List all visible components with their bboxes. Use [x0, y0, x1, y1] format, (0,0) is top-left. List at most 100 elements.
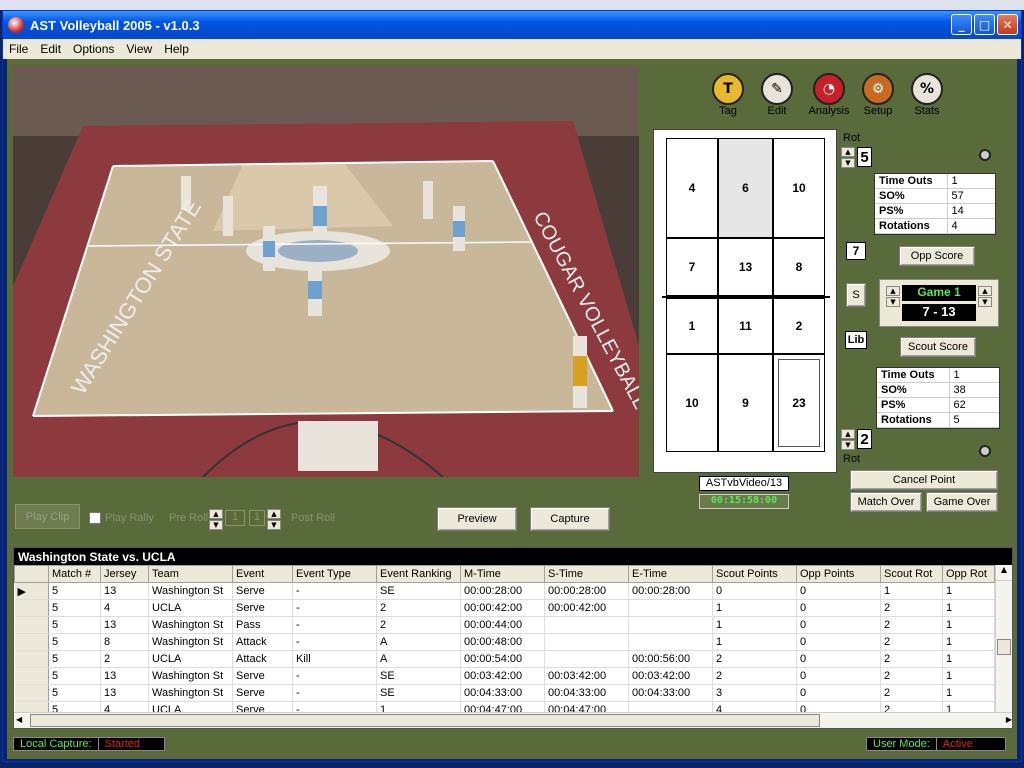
- row-selector[interactable]: [14, 616, 49, 634]
- post-roll-value[interactable]: 1: [249, 510, 265, 526]
- table-cell[interactable]: 1: [942, 599, 995, 617]
- table-cell[interactable]: -: [292, 599, 377, 617]
- minimize-button[interactable]: _: [951, 14, 972, 35]
- table-cell[interactable]: 0: [796, 633, 881, 651]
- col-header[interactable]: Team: [148, 565, 233, 583]
- table-cell[interactable]: 2: [376, 599, 461, 617]
- table-cell[interactable]: 00:04:33:00: [544, 684, 629, 702]
- row-selector[interactable]: [14, 633, 49, 651]
- table-cell[interactable]: -: [292, 582, 377, 600]
- table-cell[interactable]: 5: [48, 582, 101, 600]
- table-cell[interactable]: Washington St: [148, 582, 233, 600]
- scroll-left-icon[interactable]: ◀: [16, 715, 22, 724]
- table-cell[interactable]: Serve: [232, 599, 293, 617]
- table-cell[interactable]: -: [292, 616, 377, 634]
- table-cell[interactable]: [544, 616, 629, 634]
- table-cell[interactable]: 0: [796, 616, 881, 634]
- libero-button[interactable]: Lib: [845, 331, 867, 349]
- play-rally-checkbox[interactable]: [89, 512, 101, 524]
- table-cell[interactable]: 2: [712, 650, 797, 668]
- col-header[interactable]: M-Time: [460, 565, 545, 583]
- table-cell[interactable]: [628, 633, 713, 651]
- col-header[interactable]: Event Type: [292, 565, 377, 583]
- table-cell[interactable]: [628, 599, 713, 617]
- table-cell[interactable]: 1: [942, 667, 995, 685]
- table-row[interactable]: 5 8 Washington St Attack - A 00:00:48:00 1 0 2 1: [14, 633, 995, 651]
- cancel-point-button[interactable]: Cancel Point: [850, 470, 998, 490]
- scroll-up-icon[interactable]: ▲: [996, 565, 1012, 581]
- table-row[interactable]: 5 13 Washington St Serve - SE 00:03:42:00 00:03…: [14, 667, 995, 685]
- opp-rot-spinner[interactable]: ▲ ▼: [841, 147, 855, 168]
- court-cell-scout-23[interactable]: 23: [773, 354, 825, 452]
- col-header[interactable]: S-Time: [544, 565, 629, 583]
- menu-file[interactable]: File: [3, 42, 34, 56]
- post-roll-spinner[interactable]: ▲ ▼: [267, 509, 281, 530]
- table-cell[interactable]: 4: [100, 599, 149, 617]
- table-cell[interactable]: 0: [712, 582, 797, 600]
- table-cell[interactable]: 00:03:42:00: [628, 667, 713, 685]
- tool-stats[interactable]: % Stats: [907, 73, 947, 121]
- table-cell[interactable]: 5: [48, 616, 101, 634]
- table-cell[interactable]: 00:00:42:00: [544, 599, 629, 617]
- row-selector[interactable]: [14, 684, 49, 702]
- grid-vertical-scrollbar[interactable]: ▲: [995, 565, 1012, 713]
- table-cell[interactable]: 00:03:42:00: [460, 667, 545, 685]
- court-cell-scout-11[interactable]: 11: [718, 298, 773, 354]
- scroll-right-icon[interactable]: ▶: [1006, 715, 1012, 724]
- table-cell[interactable]: 5: [48, 684, 101, 702]
- opp-score-spinner[interactable]: ▲ ▼: [886, 286, 900, 307]
- table-cell[interactable]: 5: [48, 633, 101, 651]
- table-cell[interactable]: 0: [796, 599, 881, 617]
- tool-edit[interactable]: ✎ Edit: [757, 73, 797, 121]
- table-cell[interactable]: Washington St: [148, 667, 233, 685]
- table-cell[interactable]: Serve: [232, 582, 293, 600]
- table-cell[interactable]: 2: [880, 667, 943, 685]
- table-cell[interactable]: 00:04:33:00: [628, 684, 713, 702]
- match-over-button[interactable]: Match Over: [850, 492, 922, 512]
- table-cell[interactable]: A: [376, 633, 461, 651]
- court-cell-opp-4[interactable]: 4: [666, 138, 718, 238]
- table-cell[interactable]: Washington St: [148, 633, 233, 651]
- table-cell[interactable]: 0: [796, 684, 881, 702]
- table-cell[interactable]: 00:00:28:00: [460, 582, 545, 600]
- table-row[interactable]: 5 2 UCLA Attack Kill A 00:00:54:00 00:00:56:00 2…: [14, 650, 995, 668]
- side-number-7[interactable]: 7: [846, 242, 866, 260]
- table-cell[interactable]: 2: [880, 599, 943, 617]
- grid-vscroll-thumb[interactable]: [997, 639, 1011, 655]
- table-cell[interactable]: 13: [100, 616, 149, 634]
- opp-score-button[interactable]: Opp Score: [899, 246, 975, 266]
- table-cell[interactable]: Attack: [232, 650, 293, 668]
- table-row[interactable]: 5 13 Washington St Serve - SE 00:04:33:00 00:04…: [14, 684, 995, 702]
- table-cell[interactable]: 1: [712, 633, 797, 651]
- table-cell[interactable]: 13: [100, 667, 149, 685]
- table-cell[interactable]: 00:00:54:00: [460, 650, 545, 668]
- maximize-button[interactable]: □: [974, 14, 995, 35]
- table-cell[interactable]: 8: [100, 633, 149, 651]
- table-cell[interactable]: -: [292, 633, 377, 651]
- grid-horizontal-scrollbar[interactable]: ◀ ▶: [14, 712, 1012, 728]
- table-cell[interactable]: 00:04:33:00: [460, 684, 545, 702]
- close-button[interactable]: ✕: [997, 14, 1018, 35]
- table-cell[interactable]: Serve: [232, 684, 293, 702]
- pre-roll-spinner[interactable]: ▲ ▼: [209, 509, 223, 530]
- col-header[interactable]: Scout Rot: [880, 565, 943, 583]
- table-cell[interactable]: 1: [942, 684, 995, 702]
- court-cell-scout-10[interactable]: 10: [666, 354, 718, 452]
- table-cell[interactable]: Washington St: [148, 616, 233, 634]
- video-player[interactable]: WASHINGTON STATE COUGAR VOLLEYBALL: [13, 66, 639, 477]
- scout-score-spinner[interactable]: ▲ ▼: [978, 286, 992, 307]
- table-cell[interactable]: 5: [48, 667, 101, 685]
- menu-view[interactable]: View: [120, 42, 158, 56]
- menu-options[interactable]: Options: [67, 42, 120, 56]
- court-cell-opp-13[interactable]: 13: [718, 238, 773, 296]
- table-cell[interactable]: 0: [796, 667, 881, 685]
- table-cell[interactable]: 2: [880, 616, 943, 634]
- table-cell[interactable]: 2: [712, 667, 797, 685]
- table-row[interactable]: ▶ 5 13 Washington St Serve - SE 00:00:28:00 00:0…: [14, 582, 995, 600]
- table-cell[interactable]: 1: [942, 616, 995, 634]
- table-cell[interactable]: 5: [48, 599, 101, 617]
- court-cell-opp-7[interactable]: 7: [666, 238, 718, 296]
- grid-hscroll-thumb[interactable]: [30, 714, 820, 727]
- menu-help[interactable]: Help: [158, 42, 195, 56]
- table-cell[interactable]: 00:00:28:00: [544, 582, 629, 600]
